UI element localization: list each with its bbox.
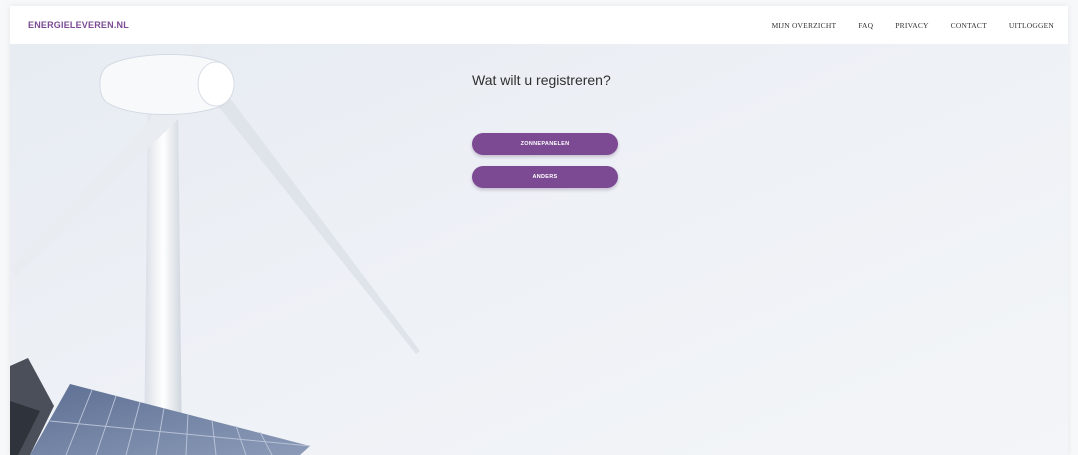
nav-link-faq[interactable]: FAQ	[858, 21, 873, 30]
nav-link-uitloggen[interactable]: UITLOGGEN	[1009, 21, 1054, 30]
anders-button[interactable]: ANDERS	[472, 166, 618, 188]
nav-link-contact[interactable]: CONTACT	[951, 21, 987, 30]
nav-link-privacy[interactable]: PRIVACY	[895, 21, 928, 30]
page-frame: ENERGIELEVEREN.NL MIJN OVERZICHT FAQ PRI…	[10, 6, 1068, 455]
nav-menu: MIJN OVERZICHT FAQ PRIVACY CONTACT UITLO…	[750, 21, 1054, 30]
site-logo[interactable]: ENERGIELEVEREN.NL	[28, 20, 129, 30]
top-navbar: ENERGIELEVEREN.NL MIJN OVERZICHT FAQ PRI…	[10, 6, 1068, 44]
page-title: Wat wilt u registreren?	[472, 72, 611, 88]
zonnepanelen-button[interactable]: ZONNEPANELEN	[472, 133, 618, 155]
nav-link-mijn-overzicht[interactable]: MIJN OVERZICHT	[772, 21, 837, 30]
